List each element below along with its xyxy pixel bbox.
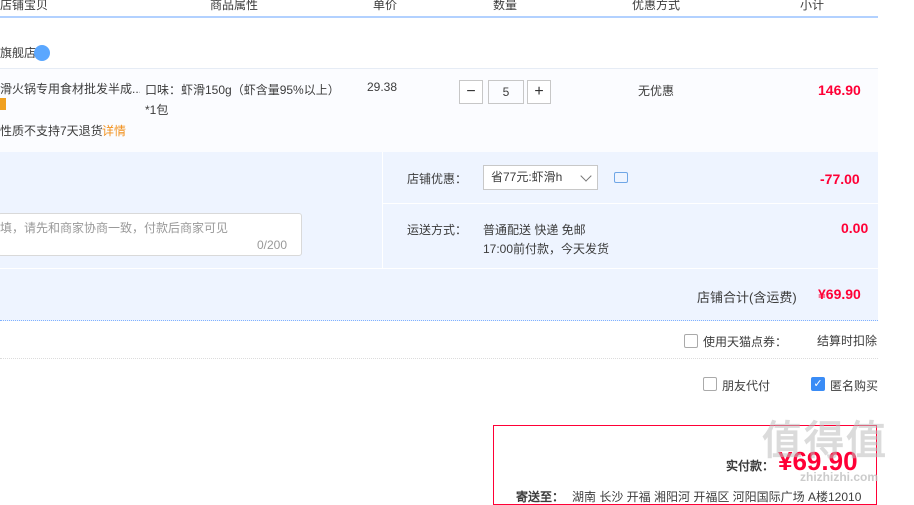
chevron-down-icon	[580, 170, 592, 182]
tmall-points-note: 结算时扣除	[817, 334, 878, 348]
item-attributes: 口味：虾滑150g（虾含量95%以上）*1包	[145, 83, 334, 117]
anonymous-purchase-label: 匿名购买	[830, 379, 879, 393]
header-subtotal: 小计	[800, 0, 825, 12]
message-icon[interactable]	[614, 172, 628, 183]
tmall-points-label: 使用天猫点券：	[703, 335, 788, 349]
friend-pay-checkbox[interactable]	[703, 377, 717, 391]
column-header: 店铺宝贝 商品属性 单价 数量 优惠方式 小计	[0, 0, 878, 18]
quantity-decrease-button[interactable]: −	[459, 80, 483, 104]
shipping-label: 运送方式：	[407, 223, 468, 237]
friend-pay-label: 朋友代付	[722, 379, 771, 393]
wangwang-chat-icon[interactable]	[34, 45, 50, 61]
tmall-badge-icon	[0, 98, 6, 110]
shop-name[interactable]: 旗舰店	[0, 44, 36, 61]
header-attributes: 商品属性	[210, 0, 259, 12]
shop-discount-label: 店铺优惠：	[407, 172, 468, 186]
watermark-logo: 值得值	[762, 419, 888, 463]
unit-price: 29.38	[367, 80, 398, 94]
shop-total-value: ¥69.90	[818, 286, 861, 302]
header-quantity: 数量	[493, 0, 518, 12]
buyer-message-count: 0/200	[257, 238, 288, 252]
shop-discount-value: -77.00	[820, 171, 860, 187]
shop-total-label: 店铺合计(含运费)	[697, 290, 797, 305]
shipping-info: 普通配送 快递 免邮 17:00前付款，今天发货	[483, 221, 609, 259]
anonymous-purchase-checkbox[interactable]: ✓	[811, 377, 825, 391]
shipping-note: 17:00前付款，今天发货	[483, 242, 610, 256]
ship-to-label: 寄送至：	[516, 490, 565, 504]
header-shop-item: 店铺宝贝	[0, 0, 49, 12]
shipping-fee: 0.00	[841, 220, 869, 236]
shop-discount-select-value: 省77元:虾滑h	[491, 170, 563, 184]
item-subtotal: 146.90	[818, 82, 861, 98]
ship-to-address: 湖南 长沙 开福 湘阳河 开福区 河阳国际广场 A楼12010	[572, 490, 862, 504]
tmall-points-checkbox[interactable]	[684, 334, 698, 348]
shop-discount-select[interactable]: 省77元:虾滑h	[483, 165, 598, 190]
quantity-increase-button[interactable]: +	[527, 80, 551, 104]
header-unit-price: 单价	[373, 0, 398, 12]
return-policy-notice: 性质不支持7天退货	[0, 124, 103, 138]
header-discount: 优惠方式	[632, 0, 681, 12]
shipping-method: 普通配送 快递 免邮	[483, 223, 586, 237]
detail-link[interactable]: 详情	[102, 122, 126, 139]
buyer-message-placeholder: 填，请先和商家协商一致，付款后商家可见	[0, 221, 229, 235]
quantity-input[interactable]: 5	[488, 80, 524, 104]
item-title[interactable]: 滑火锅专用食材批发半成...	[0, 80, 140, 97]
watermark-url: zhizhizhi.com	[800, 470, 878, 484]
promotion-method: 无优惠	[638, 84, 675, 98]
